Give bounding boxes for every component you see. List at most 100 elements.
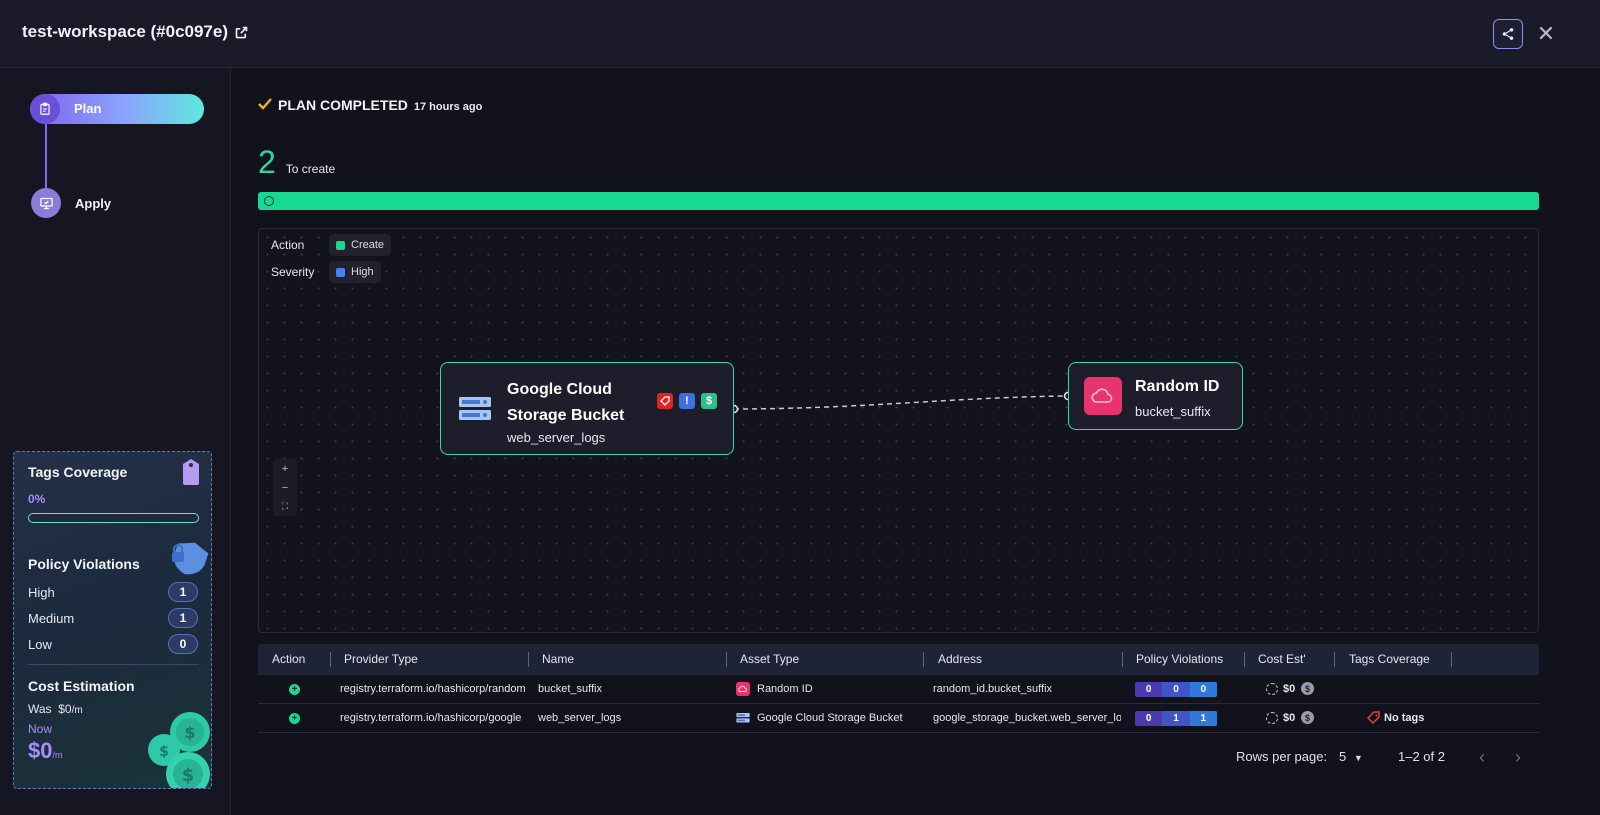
col-action[interactable]: Action (272, 652, 305, 666)
fit-view-button[interactable]: ⛶ (282, 501, 288, 512)
col-separator[interactable] (330, 652, 331, 667)
create-progress-bar (258, 192, 1539, 210)
cost-details-icon[interactable]: $ (1301, 711, 1314, 724)
resource-graph[interactable]: Action Create Severity High Google Cloud (258, 228, 1539, 633)
alert-icon: ! (679, 393, 695, 409)
violation-low-count: 0 (168, 634, 198, 654)
col-name[interactable]: Name (542, 652, 574, 666)
create-label: To create (285, 162, 336, 176)
node-title-line1: Google Cloud (507, 381, 612, 398)
cost-was-unit: /m (71, 705, 83, 716)
cell-asset-type: Random ID (757, 683, 813, 695)
svg-text:$: $ (182, 765, 195, 786)
page-range: 1–2 of 2 (1398, 749, 1445, 764)
col-asset-type[interactable]: Asset Type (740, 652, 799, 666)
col-separator[interactable] (528, 652, 529, 667)
table-row[interactable]: + registry.terraform.io/hashicorp/google… (258, 704, 1539, 733)
cell-provider: registry.terraform.io/hashicorp/random (340, 683, 526, 695)
tag-icon (183, 459, 199, 485)
loading-icon (1266, 683, 1278, 695)
monitor-check-icon[interactable] (31, 188, 61, 218)
chevron-down-icon: ▼ (1353, 753, 1363, 763)
rows-per-page-value: 5 (1339, 749, 1347, 764)
col-separator[interactable] (726, 652, 727, 667)
col-separator[interactable] (1122, 652, 1123, 667)
step-plan[interactable]: Plan (30, 94, 204, 124)
storage-bucket-icon (459, 397, 491, 420)
zoom-out-button[interactable]: − (282, 482, 288, 494)
tags-coverage-value: 0% (28, 492, 46, 506)
col-separator[interactable] (1334, 652, 1335, 667)
tags-coverage-bar (28, 513, 199, 523)
node-title: Random ID (1135, 378, 1220, 395)
step-apply-label[interactable]: Apply (75, 196, 111, 211)
graph-node-random-id[interactable]: Random ID bucket_suffix (1068, 362, 1243, 430)
col-address[interactable]: Address (938, 652, 982, 666)
cost-now-unit: /m (52, 750, 63, 760)
clipboard-icon (30, 94, 60, 124)
col-separator[interactable] (1451, 652, 1452, 667)
check-icon (258, 98, 272, 110)
cell-address: google_storage_bucket.web_server_logs (933, 712, 1121, 724)
node-title-line2: Storage Bucket (507, 407, 625, 424)
close-button[interactable]: ✕ (1533, 20, 1559, 48)
node-badges: ! $ (657, 393, 717, 409)
policy-violations-title: Policy Violations (28, 556, 140, 572)
cloud-icon (1084, 377, 1122, 415)
node-title: Google Cloud Storage Bucket (507, 377, 624, 429)
plan-status: PLAN COMPLETED 17 hours ago (258, 97, 482, 113)
create-summary: 2 To create (258, 146, 335, 178)
step-plan-label: Plan (74, 101, 102, 116)
loading-icon (1266, 712, 1278, 724)
plus-circle-icon (264, 196, 274, 206)
col-tags-coverage[interactable]: Tags Coverage (1349, 652, 1430, 666)
zoom-in-button[interactable]: + (282, 463, 288, 475)
cell-cost: $0 (1283, 712, 1296, 724)
cost-now-value: $0 (28, 738, 53, 763)
svg-text:$: $ (159, 744, 169, 760)
storage-bucket-icon (736, 713, 750, 723)
col-policy-violations[interactable]: Policy Violations (1136, 652, 1223, 666)
cell-name: web_server_logs (538, 712, 622, 724)
share-button[interactable] (1493, 19, 1523, 49)
prev-page-button[interactable]: ‹ (1479, 747, 1485, 768)
violation-count-high: 0 (1189, 682, 1217, 697)
violation-medium-label: Medium (28, 611, 75, 626)
external-link-icon[interactable] (234, 25, 249, 40)
next-page-button[interactable]: › (1515, 747, 1521, 768)
workspace-title: test-workspace (#0c097e) (22, 22, 249, 42)
cost-details-icon[interactable]: $ (1301, 682, 1314, 695)
col-separator[interactable] (1244, 652, 1245, 667)
violation-count-high: 1 (1189, 711, 1217, 726)
create-count: 2 (258, 144, 276, 180)
node-subtitle: web_server_logs (507, 430, 606, 445)
col-separator[interactable] (923, 652, 924, 667)
rows-per-page-select[interactable]: 5 ▼ (1339, 749, 1363, 764)
table-header: Action Provider Type Name Asset Type Add… (258, 644, 1539, 675)
cost-was: Was $0/m (28, 702, 83, 716)
graph-node-storage-bucket[interactable]: Google Cloud Storage Bucket web_server_l… (440, 362, 734, 455)
cost-estimation-title: Cost Estimation (28, 678, 135, 694)
cell-name: bucket_suffix (538, 683, 603, 695)
tag-off-icon (1367, 711, 1380, 725)
violation-count-low: 0 (1135, 682, 1163, 697)
cell-address: random_id.bucket_suffix (933, 683, 1053, 695)
cell-policy-violations: 0 1 1 (1135, 711, 1217, 726)
col-provider-type[interactable]: Provider Type (344, 652, 418, 666)
cloud-icon (736, 682, 750, 696)
cell-asset-type: Google Cloud Storage Bucket (757, 712, 903, 724)
dollar-icon: $ (701, 393, 717, 409)
table-row[interactable]: + registry.terraform.io/hashicorp/random… (258, 675, 1539, 704)
violation-count-low: 0 (1135, 711, 1163, 726)
share-icon (1502, 28, 1514, 40)
plan-status-time: 17 hours ago (413, 101, 483, 113)
cost-now: $0/m (28, 738, 62, 764)
cell-provider: registry.terraform.io/hashicorp/google (340, 712, 522, 724)
violation-low-label: Low (28, 637, 52, 652)
plan-status-label: PLAN COMPLETED (278, 97, 408, 113)
sidebar: Plan Apply Tags Coverage 0% Policy Viola… (0, 68, 231, 815)
col-cost-estimate[interactable]: Cost Est' (1258, 652, 1306, 666)
violation-count-medium: 1 (1162, 711, 1190, 726)
tags-coverage-title: Tags Coverage (28, 464, 128, 480)
cost-was-value: $0 (58, 702, 72, 716)
